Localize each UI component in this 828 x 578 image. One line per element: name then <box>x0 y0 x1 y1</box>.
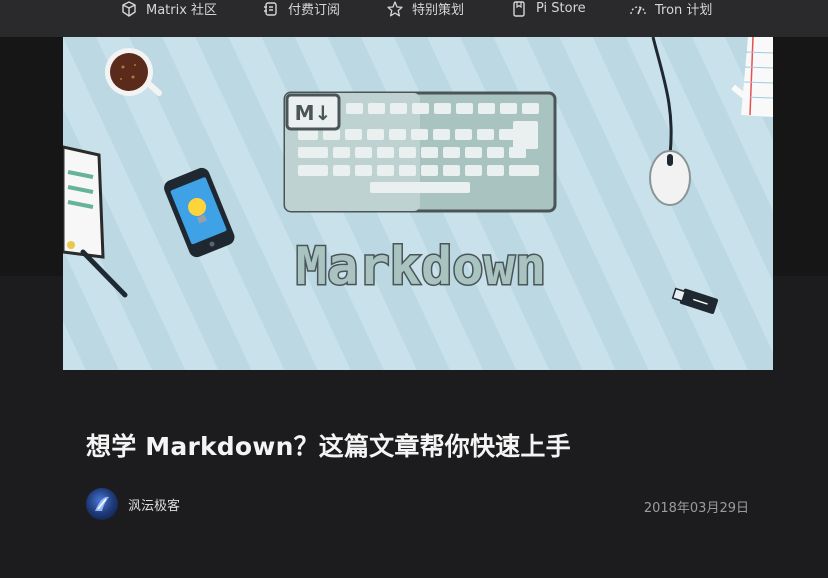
keyboard-icon: M↓ <box>283 91 557 213</box>
markdown-illustration: M↓ Markdown <box>63 37 773 370</box>
cube-icon <box>122 0 136 17</box>
nav-item-label: 付费订阅 <box>288 3 341 18</box>
nav-item-pi-store[interactable]: Pi Store <box>510 0 586 17</box>
author-info[interactable]: 沨沄极客 <box>86 488 180 520</box>
star-icon <box>387 0 403 16</box>
nav-item-label: Pi Store <box>536 1 586 16</box>
nav-item-label: 特别策划 <box>412 3 465 18</box>
nav-item-tron[interactable]: Tron 计划 <box>629 0 713 18</box>
hero-image[interactable]: M↓ Markdown <box>63 37 773 370</box>
article-title[interactable]: 想学 Markdown？这篇文章帮你快速上手 <box>86 427 746 463</box>
top-navigation: Matrix 社区 付费订阅 特别策划 Pi Store Tron 计划 <box>0 0 828 37</box>
nav-item-label: Matrix 社区 <box>146 3 218 18</box>
avatar-emblem-icon <box>95 496 109 511</box>
markdown-key-label: M↓ <box>295 101 332 125</box>
author-name[interactable]: 沨沄极客 <box>128 495 180 514</box>
avatar[interactable] <box>86 488 118 520</box>
nav-item-label: Tron 计划 <box>655 3 713 18</box>
nav-item-special[interactable]: 特别策划 <box>386 0 465 18</box>
hero-caption: Markdown <box>296 237 546 297</box>
subscription-icon <box>264 1 277 16</box>
bookmark-icon <box>513 0 525 17</box>
nav-item-subscription[interactable]: 付费订阅 <box>262 0 341 18</box>
post-date: 2018年03月29日 <box>643 501 749 516</box>
gauge-icon <box>630 5 646 14</box>
nav-item-matrix[interactable]: Matrix 社区 <box>120 0 218 18</box>
